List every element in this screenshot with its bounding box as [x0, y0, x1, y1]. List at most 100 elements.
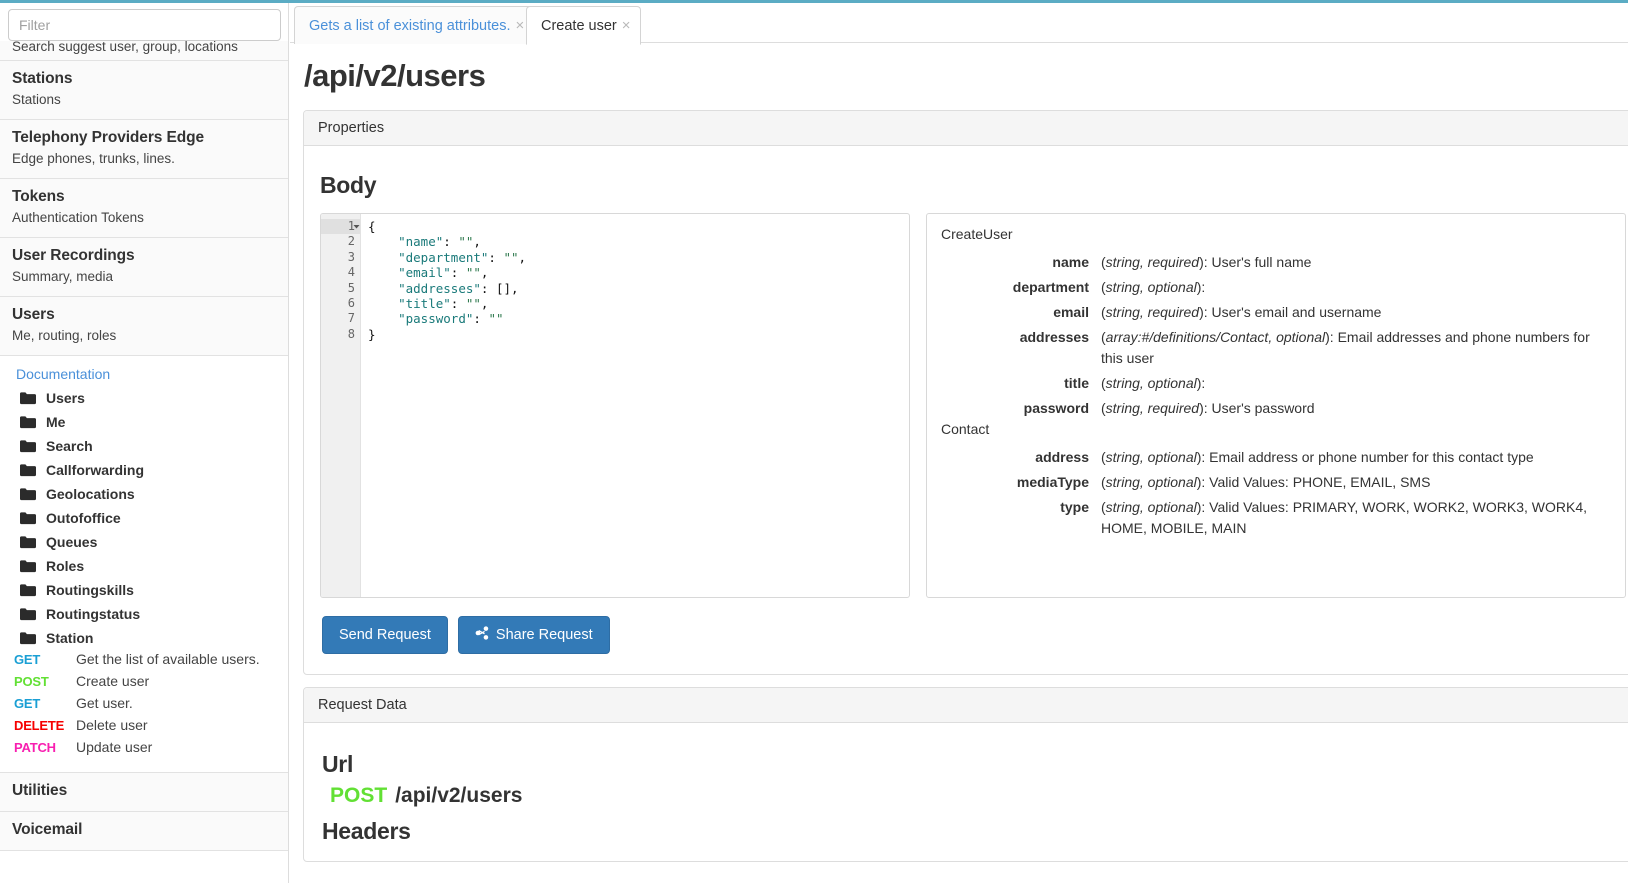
fold-toggle-icon[interactable]	[352, 220, 361, 229]
schema-property-name: mediaType	[1016, 474, 1089, 490]
operation-description: Get user.	[76, 695, 133, 711]
sidebar-item-subtitle: Authentication Tokens	[12, 210, 144, 225]
folder-icon	[20, 391, 36, 405]
schema-property-row: mediaType (string, optional): Valid Value…	[927, 470, 1625, 495]
operation-list: GET Get the list of available users. POST C…	[0, 650, 288, 760]
sidebar-item-tokens[interactable]: Tokens Authentication Tokens	[0, 179, 288, 238]
folder-item-search[interactable]: Search	[0, 434, 288, 458]
schema-property-row: department (string, optional):	[927, 275, 1625, 300]
sidebar-item-title: Voicemail	[12, 821, 83, 838]
schema-property-row: type (string, optional): Valid Values: PR…	[927, 495, 1625, 541]
code-line: "addresses": [],	[398, 280, 519, 296]
folder-item-outofoffice[interactable]: Outofoffice	[0, 506, 288, 530]
sidebar-item-stations[interactable]: Stations Stations	[0, 61, 288, 120]
folder-item-roles[interactable]: Roles	[0, 554, 288, 578]
http-method-label: POST	[14, 674, 49, 689]
operation-item-2[interactable]: GET Get user.	[0, 694, 288, 716]
folder-item-me[interactable]: Me	[0, 410, 288, 434]
close-icon[interactable]: ×	[515, 18, 524, 33]
sidebar-item-utilities[interactable]: Utilities	[0, 773, 288, 812]
folder-icon	[20, 439, 36, 453]
request-path: /api/v2/users	[395, 784, 523, 807]
line-number: 6	[347, 296, 355, 311]
http-method-label: PATCH	[14, 740, 56, 755]
operation-item-3[interactable]: DELETE Delete user	[0, 716, 288, 738]
code-line: "name": "",	[398, 234, 481, 250]
sidebar-item-title: Stations	[12, 70, 73, 87]
operation-description: Update user	[76, 739, 153, 755]
json-body-editor[interactable]: 12345678 { "name": "", "department": "",…	[320, 213, 910, 598]
sidebar-item-user-recordings[interactable]: User Recordings Summary, media	[0, 238, 288, 297]
filter-wrapper	[0, 3, 288, 41]
users-documentation-tree: Documentation Users Me Search Callforwardin…	[0, 356, 288, 773]
properties-panel-header: Properties	[304, 111, 1628, 146]
request-data-panel-header: Request Data	[304, 688, 1628, 723]
properties-panel-body: Body 12345678 { "name": "", "department"…	[304, 146, 1628, 674]
schema-property-name: password	[1023, 400, 1089, 416]
schema-property-row: password (string, required): User's passw…	[927, 396, 1625, 421]
folder-item-routingskills[interactable]: Routingskills	[0, 578, 288, 602]
folder-icon	[20, 535, 36, 549]
folder-item-queues[interactable]: Queues	[0, 530, 288, 554]
code-line: "password": ""	[398, 311, 504, 327]
sidebar-item-telephony-providers-edge[interactable]: Telephony Providers Edge Edge phones, tr…	[0, 120, 288, 179]
schema-property-name: type	[1060, 499, 1089, 515]
http-method-label: DELETE	[14, 718, 65, 733]
schema-property-description: (string, optional):	[1101, 375, 1206, 391]
sidebar-item-voicemail[interactable]: Voicemail	[0, 812, 288, 851]
close-icon[interactable]: ×	[622, 18, 631, 33]
share-icon	[475, 626, 489, 644]
editor-code-area[interactable]: { "name": "", "department": "", "email":…	[361, 214, 909, 597]
schema-property-row: addresses (array:#/definitions/Contact, o…	[927, 325, 1625, 371]
sidebar-item-title: Users	[12, 306, 55, 323]
body-heading: Body	[320, 172, 377, 198]
editor-gutter: 12345678	[321, 214, 361, 597]
sidebar-nav-list: Search suggest user, group, locations St…	[0, 41, 288, 851]
schema-property-name: department	[1012, 279, 1089, 295]
schema-documentation-pane: CreateUser name (string, required): User's…	[926, 213, 1626, 598]
folder-item-geolocations[interactable]: Geolocations	[0, 482, 288, 506]
sidebar-item-users[interactable]: Users Me, routing, roles	[0, 297, 288, 356]
http-method-label: GET	[14, 652, 41, 667]
folder-label: Station	[46, 630, 94, 646]
filter-input[interactable]	[8, 9, 281, 41]
tab-create-user[interactable]: Create user ×	[526, 6, 641, 45]
http-method-label: GET	[14, 696, 41, 711]
tab-gets-a-list-of-existing-attributes[interactable]: Gets a list of existing attributes. ×	[294, 6, 535, 44]
folder-item-users[interactable]: Users	[0, 386, 288, 410]
schema-property-name: title	[1064, 375, 1089, 391]
folder-label: Search	[46, 438, 93, 454]
folder-label: Me	[46, 414, 66, 430]
code-line: "email": "",	[398, 265, 489, 281]
body-editor-row: 12345678 { "name": "", "department": "",…	[320, 213, 1626, 598]
sidebar-item-subtitle: Me, routing, roles	[12, 328, 117, 343]
folder-label: Geolocations	[46, 486, 135, 502]
headers-heading: Headers	[322, 818, 411, 844]
folder-label: Callforwarding	[46, 462, 145, 478]
folder-icon	[20, 511, 36, 525]
sidebar-item-title: Tokens	[12, 188, 65, 205]
sidebar-item-search[interactable]: Search suggest user, group, locations	[0, 41, 288, 61]
folder-label: Queues	[46, 534, 98, 550]
sidebar-item-title: Utilities	[12, 782, 68, 799]
share-request-button[interactable]: Share Request	[457, 616, 610, 654]
line-number: 5	[347, 280, 355, 295]
schema-property-description: (string, required): User's full name	[1101, 254, 1312, 270]
operation-item-4[interactable]: PATCH Update user	[0, 738, 288, 760]
operation-item-0[interactable]: GET Get the list of available users.	[0, 650, 288, 672]
folder-item-callforwarding[interactable]: Callforwarding	[0, 458, 288, 482]
model-name: CreateUser	[941, 226, 1013, 242]
folder-item-routingstatus[interactable]: Routingstatus	[0, 602, 288, 626]
tab-label: Gets a list of existing attributes.	[309, 17, 511, 34]
schema-property-description: (string, required): User's password	[1101, 400, 1315, 416]
code-line: }	[368, 326, 376, 342]
folder-label: Routingskills	[46, 582, 134, 598]
documentation-link[interactable]: Documentation	[0, 364, 288, 386]
schema-property-row: email (string, required): User's email an…	[927, 300, 1625, 325]
folder-icon	[20, 559, 36, 573]
send-request-button[interactable]: Send Request	[322, 616, 448, 654]
schema-property-name: addresses	[1019, 329, 1089, 345]
operation-item-1[interactable]: POST Create user	[0, 672, 288, 694]
folder-item-station[interactable]: Station	[0, 626, 288, 650]
model-name: Contact	[941, 421, 990, 437]
